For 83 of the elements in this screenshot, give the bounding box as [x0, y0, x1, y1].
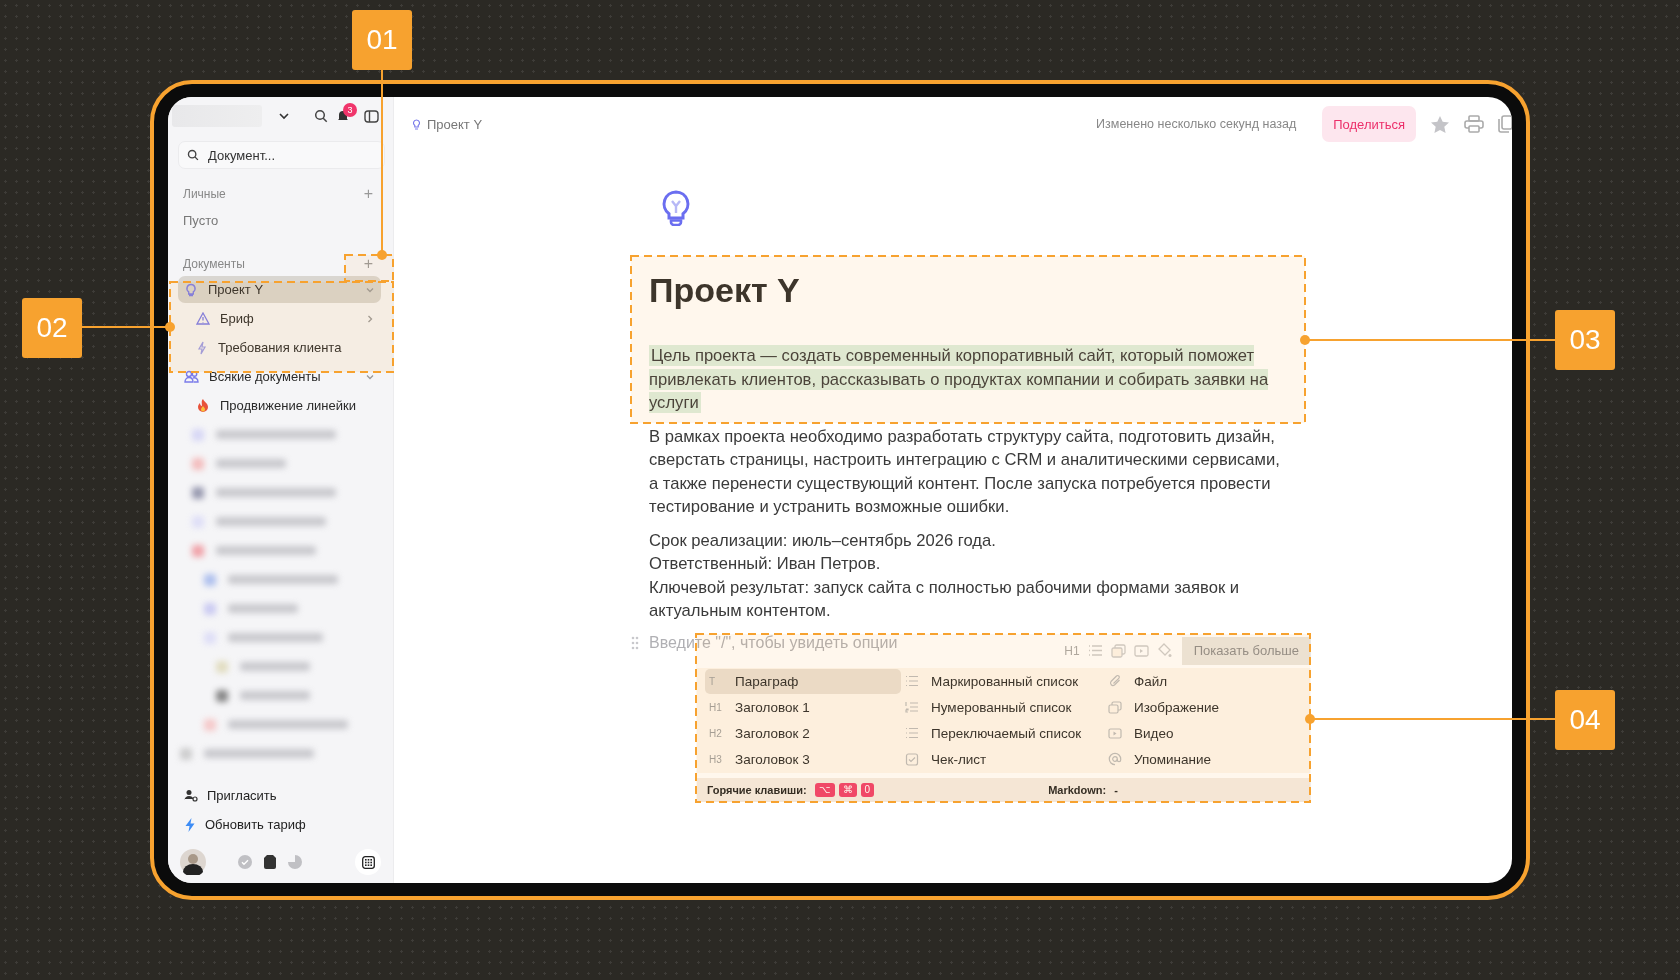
- edit-status: Изменено несколько секунд назад: [1096, 117, 1297, 131]
- toggle-list-icon: [905, 727, 919, 739]
- heading-glyph: H1: [709, 701, 723, 713]
- highlighted-paragraph: Цель проекта — создать современный корпоративный сайт, который поможет привлекать клиентов, рассказывать о продуктах компании и собирать заявки на услуги: [649, 344, 1269, 415]
- section-title: Личные: [183, 187, 226, 201]
- sidebar-item[interactable]: Проект Y: [178, 276, 381, 303]
- search-icon: [187, 149, 199, 161]
- block-type-option[interactable]: Файл: [1104, 668, 1294, 694]
- chevron-down-icon[interactable]: [278, 110, 290, 122]
- block-type-option[interactable]: H1 Заголовок 1: [705, 694, 901, 720]
- callout-badge: 04: [1555, 690, 1615, 750]
- sidebar-item[interactable]: Требования клиента: [178, 334, 381, 361]
- block-type-option[interactable]: Упоминание: [1104, 746, 1294, 772]
- callout-badge: 03: [1555, 310, 1615, 370]
- checkbox-icon: [905, 752, 919, 766]
- search-icon[interactable]: [314, 109, 328, 123]
- heading-glyph: T: [709, 675, 717, 687]
- grid-icon: [361, 855, 375, 869]
- markdown-label: Markdown:: [1048, 783, 1107, 796]
- heading-glyph: H2: [709, 727, 723, 739]
- hotkeys-label: Горячие клавиши:: [707, 783, 807, 796]
- key-badge: ⌘: [838, 782, 857, 797]
- drag-handle-icon[interactable]: [631, 636, 639, 651]
- sidebar-item[interactable]: Продвижение линейки: [178, 392, 381, 419]
- avatar[interactable]: [180, 849, 206, 875]
- block-type-option[interactable]: Нумерованный список: [901, 694, 1104, 720]
- list-icon[interactable]: [1087, 644, 1103, 657]
- heading-glyph: H3: [709, 753, 723, 765]
- key-badge: 0: [860, 782, 875, 797]
- image-icon[interactable]: [1110, 643, 1126, 658]
- callout-badge: 01: [352, 10, 412, 70]
- apps-button[interactable]: [355, 849, 381, 875]
- notification-badge: 3: [343, 103, 357, 117]
- lightbulb-icon: [661, 190, 691, 226]
- sidebar-item[interactable]: Всякие документы: [178, 363, 381, 390]
- block-type-option[interactable]: H2 Заголовок 2: [705, 720, 901, 746]
- chevron-right-icon[interactable]: [365, 313, 375, 324]
- numbered-list-icon: [905, 701, 919, 713]
- document-title: Проект Y: [649, 270, 801, 310]
- warning-triangle-icon: [196, 312, 210, 325]
- check-circle-icon[interactable]: [238, 855, 252, 869]
- text-line: Ключевой результат: запуск сайта с полностью рабочими формами заявок и актуальным контентом.: [649, 576, 1241, 622]
- image-icon: [1108, 700, 1122, 714]
- section-title: Документы: [183, 257, 245, 271]
- block-type-option[interactable]: Переключаемый список: [901, 720, 1104, 746]
- paperclip-icon: [1108, 674, 1122, 688]
- sidebar-toggle-icon[interactable]: [364, 109, 379, 123]
- add-person-icon: [184, 789, 198, 802]
- block-type-option[interactable]: H3 Заголовок 3: [705, 746, 901, 772]
- workspace-name-blurred[interactable]: [172, 105, 262, 127]
- at-sign-icon: [1108, 752, 1122, 766]
- star-icon[interactable]: [1430, 114, 1450, 134]
- key-badge: ⌥: [814, 782, 835, 797]
- people-icon: [184, 369, 199, 384]
- block-type-option[interactable]: Маркированный список: [901, 668, 1104, 694]
- print-icon[interactable]: [1464, 115, 1484, 133]
- block-type-option[interactable]: Чек-лист: [901, 746, 1104, 772]
- bulleted-list-icon: [905, 675, 919, 687]
- video-icon[interactable]: [1133, 643, 1149, 658]
- block-type-option[interactable]: T Параграф: [705, 668, 901, 694]
- document-icon[interactable]: [264, 855, 276, 869]
- text-line: Срок реализации: июль–сентябрь 2026 года.: [649, 529, 997, 552]
- callout-badge: 02: [22, 298, 82, 358]
- block-type-option[interactable]: Видео: [1104, 720, 1294, 746]
- lightbulb-icon: [184, 282, 198, 297]
- text-line: Ответственный: Иван Петров.: [649, 553, 882, 575]
- copy-icon[interactable]: [1498, 115, 1512, 133]
- sidebar-link[interactable]: Обновить тариф: [172, 810, 393, 839]
- lightning-icon: [196, 340, 208, 355]
- empty-text: Пусто: [182, 212, 220, 230]
- paint-bucket-icon[interactable]: [1156, 643, 1172, 658]
- sidebar-item[interactable]: Бриф: [178, 305, 381, 332]
- sidebar-link[interactable]: Пригласить: [172, 781, 393, 810]
- paragraph: В рамках проекта необходимо разработать структуру сайта, подготовить дизайн, сверстать страницы, настроить интеграцию с CRM и аналитическими сервисами, а также перенести существующий контент. После запуска потребуется провести тестирование и устранить возможные ошибки.: [649, 425, 1281, 518]
- video-icon: [1108, 726, 1122, 740]
- pie-chart-icon[interactable]: [288, 855, 302, 869]
- block-type-option[interactable]: Изображение: [1104, 694, 1294, 720]
- markdown-value: -: [1114, 783, 1118, 796]
- fire-icon: [196, 398, 210, 413]
- search-field[interactable]: Документ...: [178, 141, 385, 169]
- lightning-icon: [184, 817, 196, 832]
- lightbulb-icon: [412, 118, 421, 130]
- breadcrumb[interactable]: Проект Y: [427, 116, 483, 132]
